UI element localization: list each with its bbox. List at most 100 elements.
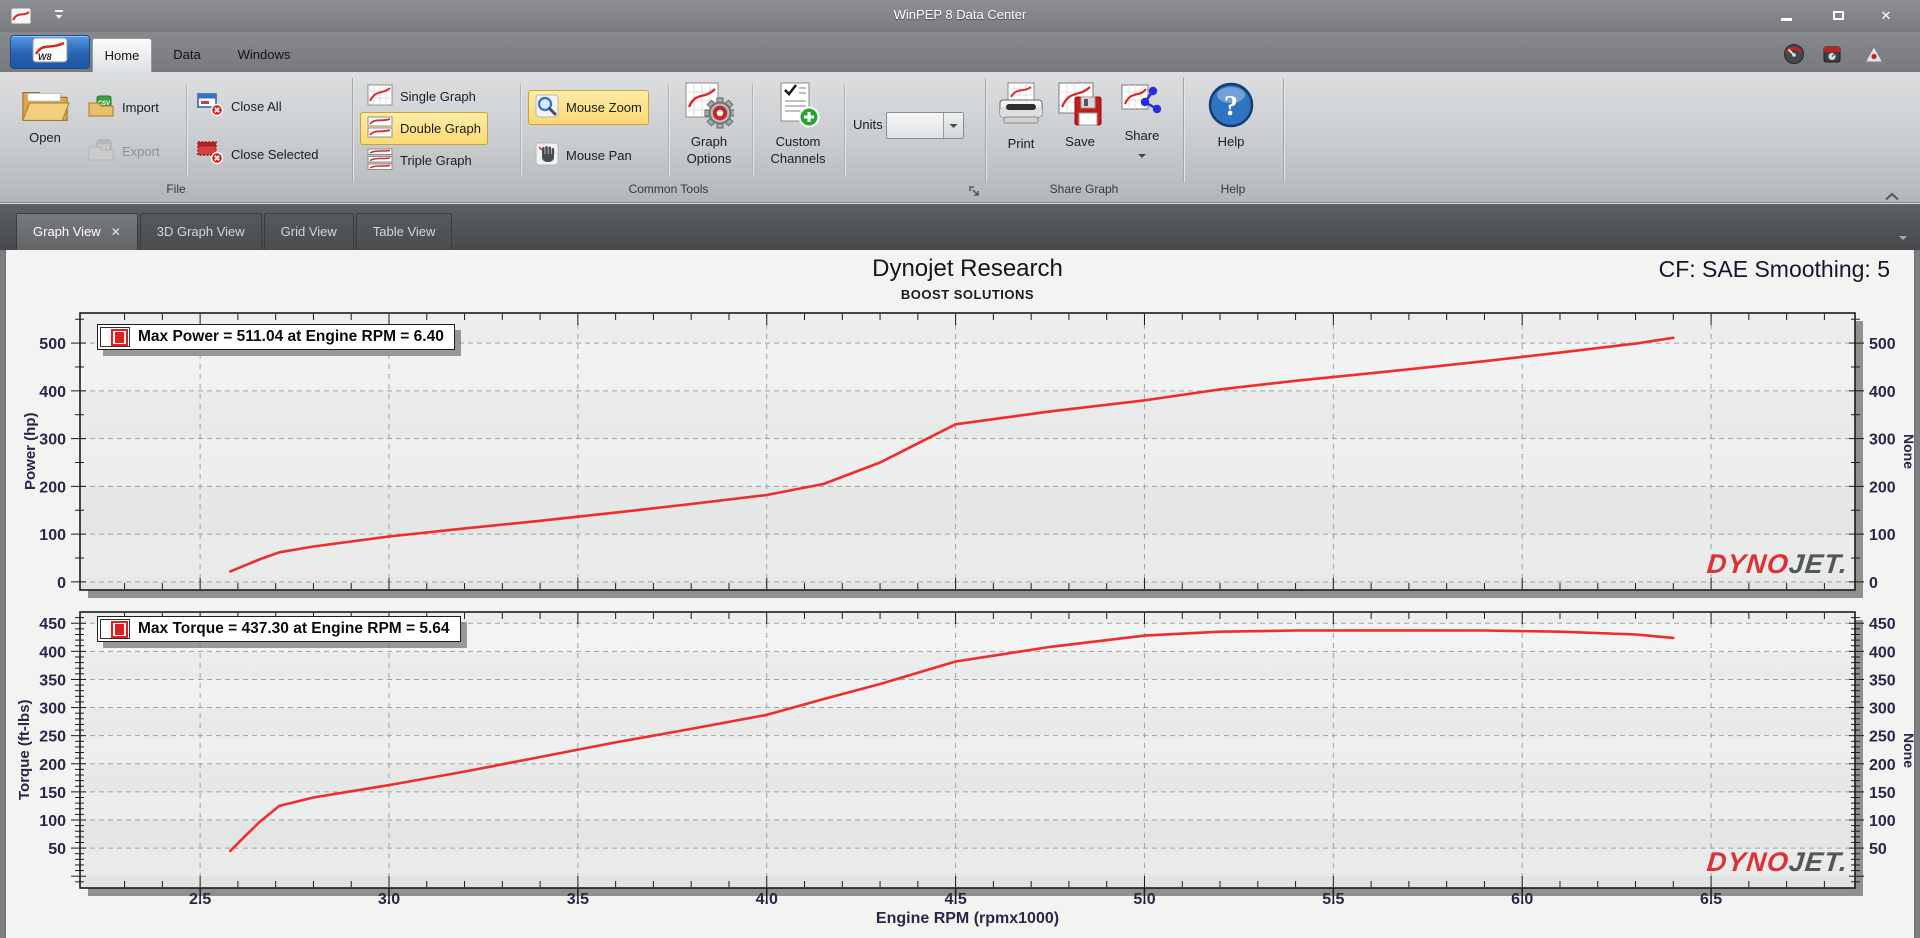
svg-text:200: 200 [1869,479,1896,496]
svg-text:W8: W8 [38,52,52,62]
mouse-pan-button[interactable]: Mouse Pan [528,138,639,173]
dialog-launcher-icon[interactable] [968,184,980,202]
close-selected-icon [197,140,224,168]
group-label-share-graph: Share Graph [1049,182,1119,196]
svg-text:350: 350 [39,672,66,689]
svg-text:250: 250 [39,729,66,746]
torque-axis-title: Torque (ft-lbs) [16,699,33,801]
printer-icon [998,81,1044,134]
tab-windows[interactable]: Windows [222,38,306,72]
svg-text:6.0: 6.0 [1511,891,1533,908]
svg-text:3.5: 3.5 [567,891,589,908]
svg-text:50: 50 [48,841,66,858]
minimize-button[interactable] [1768,5,1804,26]
share-dropdown-icon [1137,147,1147,162]
share-button[interactable]: Share [1112,78,1172,166]
power-right-axis-title: None [1901,434,1917,469]
svg-text:150: 150 [39,785,66,802]
winpep-logo-icon: W8 [32,37,68,68]
x-axis-title: Engine RPM (rpmx1000) [875,910,1060,927]
power-legend[interactable]: Max Power = 511.04 at Engine RPM = 6.40 [97,324,455,350]
close-selected-button[interactable]: Close Selected [190,136,325,172]
svg-text:6.5: 6.5 [1700,891,1722,908]
power-legend-text: Max Power = 511.04 at Engine RPM = 6.40 [138,328,444,345]
window-title: WinPEP 8 Data Center [893,7,1027,22]
custom-channels-button[interactable]: Custom Channels [758,78,838,170]
maximize-button[interactable] [1820,5,1856,26]
svg-text:200: 200 [39,757,66,774]
units-combobox[interactable] [886,112,964,139]
dynojet-watermark: DYNOJET. [1705,549,1850,579]
close-all-icon [197,92,224,120]
graph-options-button[interactable]: Graph Options [674,78,744,170]
mouse-zoom-button[interactable]: Mouse Zoom [528,90,649,125]
help-icon: ? [1207,81,1255,132]
tab-close-icon[interactable]: ✕ [111,214,121,250]
triple-graph-button[interactable]: Triple Graph [360,144,479,177]
magnifier-icon [535,94,559,121]
tab-data[interactable]: Data [158,38,216,72]
export-button[interactable]: CSV Export [80,134,167,169]
svg-text:500: 500 [39,336,66,353]
doc-tab-table-view[interactable]: Table View [355,213,453,250]
double-graph-button[interactable]: Double Graph [360,112,488,145]
close-button[interactable]: ✕ [1868,5,1904,26]
hand-icon [535,142,559,169]
torque-legend[interactable]: Max Torque = 437.30 at Engine RPM = 5.64 [97,616,461,642]
chevron-down-icon [943,113,963,138]
csv-export-icon: CSV [87,138,115,165]
power-axis-title: Power (hp) [22,412,39,491]
doc-tab-grid-view[interactable]: Grid View [263,213,354,250]
svg-text:150: 150 [1869,785,1896,802]
doc-tab-3d-graph-view[interactable]: 3D Graph View [139,213,262,250]
open-button[interactable]: Open [12,80,78,149]
graph-options-icon [684,81,736,132]
help-button[interactable]: ? Help [1198,78,1264,153]
share-icon [1121,81,1163,126]
custom-channels-icon [775,81,821,132]
svg-text:100: 100 [39,527,66,544]
svg-text:350: 350 [1869,672,1896,689]
svg-text:250: 250 [1869,729,1896,746]
group-label-file: File [166,182,186,196]
single-graph-button[interactable]: Single Graph [360,80,483,113]
svg-text:450: 450 [1869,616,1896,633]
svg-text:0: 0 [57,575,66,592]
svg-text:200: 200 [39,479,66,496]
triple-graph-icon [367,148,393,173]
save-button[interactable]: Save [1052,78,1108,153]
group-label-common-tools: Common Tools [628,182,709,196]
torque-legend-text: Max Torque = 437.30 at Engine RPM = 5.64 [138,620,450,637]
gauge-icon[interactable] [1782,42,1806,66]
svg-text:450: 450 [39,616,66,633]
double-graph-icon [367,116,393,141]
close-all-button[interactable]: Close All [190,88,289,124]
application-button[interactable]: W8 [10,35,90,69]
tab-home[interactable]: Home [92,38,152,72]
svg-text:5.5: 5.5 [1322,891,1344,908]
device-icon[interactable] [1820,42,1844,66]
torque-chart[interactable]: 50 50 100 100 150 150 200 200 250 250 300 300 350 350… [0,598,1920,938]
hazard-icon[interactable] [1862,42,1886,66]
print-button[interactable]: Print [992,78,1050,155]
legend-marker [100,327,130,347]
svg-text:200: 200 [1869,757,1896,774]
legend-marker [100,619,130,639]
svg-text:400: 400 [39,384,66,401]
svg-text:300: 300 [1869,701,1896,718]
svg-text:300: 300 [39,701,66,718]
save-chart-icon [1057,81,1103,132]
doc-tab-graph-view[interactable]: Graph View ✕ [16,213,138,250]
import-button[interactable]: CSV Import [80,90,166,125]
tab-overflow-icon[interactable] [1898,228,1908,246]
svg-text:4.5: 4.5 [944,891,966,908]
svg-text:300: 300 [39,432,66,449]
dynojet-watermark: DYNOJET. [1705,847,1850,877]
svg-text:2.5: 2.5 [189,891,211,908]
svg-text:100: 100 [39,813,66,830]
svg-text:300: 300 [1869,432,1896,449]
single-graph-icon [367,84,393,109]
svg-text:500: 500 [1869,336,1896,353]
svg-text:3.0: 3.0 [378,891,400,908]
svg-text:400: 400 [39,644,66,661]
